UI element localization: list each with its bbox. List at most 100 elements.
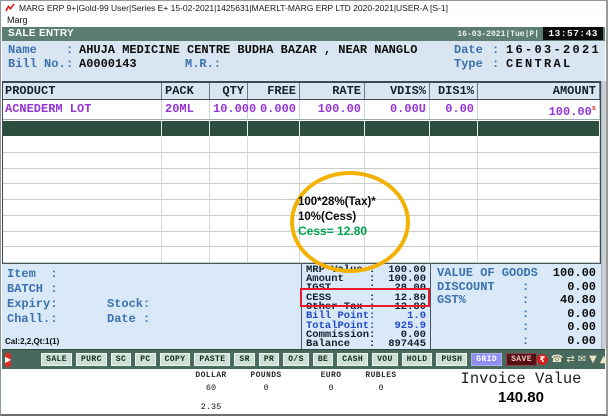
pr-button[interactable]: PR (258, 353, 280, 366)
empty-cell (478, 184, 600, 199)
pc-button[interactable]: PC (135, 353, 156, 366)
collapse-icon[interactable]: ▼ (589, 354, 597, 366)
customer-name-field[interactable]: AHUJA MEDICINE CENTRE BUDHA BAZAR , NEAR… (79, 43, 417, 57)
sale-button[interactable]: SALE (41, 353, 72, 366)
empty-cell (430, 152, 478, 168)
type-field[interactable]: CENTRAL (506, 57, 573, 71)
copy-button[interactable]: COPY (159, 353, 191, 366)
vou-button[interactable]: VOU (372, 353, 398, 366)
invoice-value-label: Invoice Value (460, 370, 582, 388)
product-cell[interactable]: 10.000 (210, 100, 256, 119)
product-cell[interactable]: 100.00 (300, 100, 365, 119)
empty-cell (2, 200, 162, 215)
date-stamp: 16-03-2021|Tue|P| (457, 30, 539, 39)
expand-icon[interactable]: ▲ (600, 354, 606, 366)
panel-divider (430, 264, 431, 350)
empty-cell (248, 152, 300, 168)
phone-icon[interactable]: ☎ (551, 354, 563, 366)
product-cell[interactable]: 100.00s (478, 100, 600, 119)
marg-erp-window: MARG ERP 9+|Gold-99 User|Series E+ 15-02… (0, 0, 608, 416)
empty-cell (365, 137, 430, 152)
annotation-cess-line: Cess= 12.80 (298, 224, 368, 238)
empty-cell (2, 231, 162, 247)
type-label: Type (454, 57, 483, 71)
currency-value: 60 (205, 383, 217, 393)
summary-label: DISCOUNT (437, 279, 495, 294)
paste-button[interactable]: PASTE (194, 353, 231, 366)
product-cell[interactable]: 20ML (162, 100, 210, 119)
challan-label: Chall.: (7, 312, 58, 326)
billno-colon: : (66, 57, 74, 71)
vertical-scrollbar[interactable] (601, 81, 606, 349)
product-row[interactable]: ACNEDERM LOT 20ML 10.000 0.000 100.00 0.00U 0.… (2, 100, 601, 120)
empty-cell (248, 168, 300, 184)
summary-panel: VALUE OF GOODS:100.00 DISCOUNT:0.00 GST%:4… (432, 266, 601, 348)
summary-value: 100.00 (552, 266, 596, 280)
empty-cell (365, 152, 430, 168)
cash-button[interactable]: CASH (337, 353, 369, 366)
empty-cell (478, 200, 600, 215)
summary-colon: : (522, 293, 530, 308)
currency-value: 0 (263, 383, 269, 393)
empty-row (2, 152, 601, 169)
hold-button[interactable]: HOLD (401, 353, 433, 366)
menu-item-marg[interactable]: Marg (7, 15, 28, 25)
summary-colon: : (522, 333, 530, 348)
os-button[interactable]: O/S (283, 353, 309, 366)
toolbar-buttons: SALE PURC SC PC COPY PASTE SR PR O/S BE CASH VOU HOL… (41, 353, 537, 366)
empty-cell (162, 231, 210, 247)
product-cell[interactable]: ACNEDERM LOT (2, 100, 162, 119)
currency-column-rubles: RUBLES 0 (352, 371, 410, 393)
currency-column-pounds: POUNDS 0 (237, 371, 295, 393)
empty-cell (162, 200, 210, 215)
product-cell[interactable]: 0.00U (365, 100, 430, 119)
bottom-toolbar: ▶ SALE PURC SC PC COPY PASTE SR PR O/S BE CASH VOU H… (2, 349, 606, 369)
empty-cell (248, 184, 300, 199)
page-title: SALE ENTRY (8, 28, 74, 39)
purc-button[interactable]: PURC (75, 353, 107, 366)
empty-row (2, 168, 601, 185)
grid-button[interactable]: GRID (471, 353, 503, 366)
empty-cell (162, 247, 210, 262)
product-cell[interactable]: 0.000 (248, 100, 300, 119)
empty-cell (162, 184, 210, 199)
push-button[interactable]: PUSH (436, 353, 468, 366)
selected-row[interactable] (2, 121, 601, 136)
date-field[interactable]: 16-03-2021 (506, 43, 601, 57)
date-label: Date (454, 43, 483, 57)
product-cell[interactable]: 0.00 (430, 100, 478, 119)
empty-cell (210, 247, 248, 262)
currency-label: RUBLES (365, 371, 397, 380)
sale-entry-bar: SALE ENTRY 16-03-2021|Tue|P| 13:57:43 (2, 27, 605, 41)
message-icon[interactable]: ✉ (578, 354, 586, 366)
clock: 13:57:43 (543, 27, 603, 40)
billno-field[interactable]: A0000143 (79, 57, 137, 71)
summary-row: DISCOUNT: 0.00 (432, 280, 601, 294)
annotation-line1: 100*28%(Tax)* (298, 196, 376, 208)
sc-button[interactable]: SC (110, 353, 132, 366)
selected-cell (430, 121, 478, 136)
annotation-text: 100*28%(Tax)* 10%(Cess) Cess= 12.80 (298, 195, 376, 239)
annotation-line2: 10%(Cess) (298, 210, 357, 223)
rupee-icon[interactable]: ₹ (536, 354, 548, 365)
selected-cell (478, 121, 600, 136)
column-header-product: PRODUCT (2, 83, 162, 99)
summary-row: : 0.00 (432, 307, 601, 321)
sr-button[interactable]: SR (234, 353, 255, 366)
column-header-amount: AMOUNT (478, 83, 600, 99)
be-button[interactable]: BE (312, 353, 334, 366)
selected-cell (365, 121, 430, 136)
table-header: PRODUCT PACK QTY FREE RATE VDIS% DIS1% AMOUNT (2, 81, 601, 100)
empty-cell (162, 168, 210, 184)
play-button[interactable]: ▶ (5, 352, 12, 367)
window-title: MARG ERP 9+|Gold-99 User|Series E+ 15-02… (19, 2, 448, 13)
name-label: Name (8, 43, 37, 57)
empty-cell (2, 215, 162, 231)
summary-row: GST%: 40.80 (432, 293, 601, 307)
summary-row: : 0.00 (432, 334, 601, 348)
shuffle-icon[interactable]: ⇄ (566, 354, 574, 366)
empty-cell (210, 168, 248, 184)
save-button[interactable]: SAVE (506, 353, 537, 366)
empty-cell (478, 152, 600, 168)
empty-cell (478, 137, 600, 152)
